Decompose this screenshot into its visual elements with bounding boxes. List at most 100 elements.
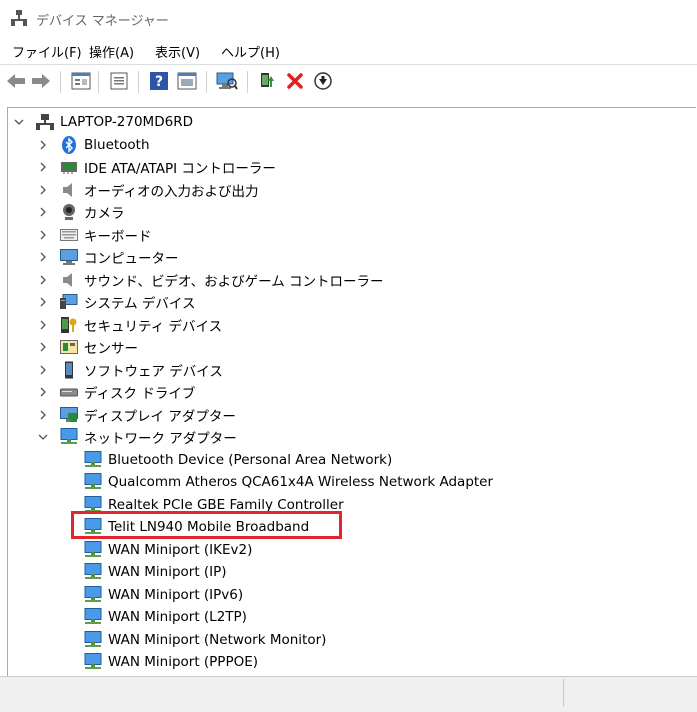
ide-icon	[60, 158, 78, 176]
security-icon	[60, 316, 78, 334]
window-title: デバイス マネージャー	[36, 14, 169, 29]
status-bar	[0, 676, 697, 712]
update-driver-icon[interactable]	[256, 70, 278, 92]
expand-chevron-icon[interactable]	[38, 162, 48, 172]
expand-chevron-icon[interactable]	[38, 342, 48, 352]
tree-category[interactable]: ディスプレイ アダプター	[60, 404, 236, 426]
menu-help[interactable]: ヘルプ(H)	[219, 42, 282, 61]
update-view-icon[interactable]	[108, 70, 130, 92]
tree-category[interactable]: サウンド、ビデオ、およびゲーム コントローラー	[60, 269, 384, 291]
network-adapter-icon	[84, 630, 102, 649]
network-adapter-item-label: WAN Miniport (IP)	[108, 564, 227, 580]
expand-chevron-icon[interactable]	[38, 410, 48, 420]
computer-icon	[36, 113, 54, 131]
network-adapter-item-label: WAN Miniport (PPPOE)	[108, 654, 259, 670]
tree-category-label: システム デバイス	[84, 296, 196, 312]
download-icon[interactable]	[312, 70, 334, 92]
tree-category-label: センサー	[84, 341, 138, 357]
expand-chevron-icon[interactable]	[38, 230, 48, 240]
network-adapter-item-label: Bluetooth Device (Personal Area Network)	[108, 451, 393, 468]
tree-category[interactable]: センサー	[60, 336, 138, 358]
tree-category[interactable]: システム デバイス	[60, 291, 195, 313]
tree-category-label: カメラ	[84, 206, 125, 222]
tree-category[interactable]: キーボード	[60, 224, 152, 246]
toolbar-separator	[247, 71, 248, 93]
keyboard-icon	[60, 226, 78, 244]
network-adapter-icon	[84, 608, 102, 626]
monitor-icon	[60, 248, 78, 266]
tree-category[interactable]: カメラ	[60, 201, 125, 223]
expand-chevron-icon[interactable]	[38, 297, 48, 307]
speaker-icon	[60, 271, 78, 289]
network-adapter-item[interactable]: WAN Miniport (PPPOE)	[84, 651, 258, 673]
expand-chevron-icon[interactable]	[38, 140, 48, 150]
network-adapter-icon	[84, 450, 102, 469]
scan-hardware-icon[interactable]	[216, 70, 238, 92]
highlight-box	[71, 511, 342, 539]
speaker-icon	[60, 181, 78, 199]
device-manager-icon	[10, 9, 28, 27]
disk-icon	[60, 383, 78, 401]
toolbar-separator	[138, 71, 139, 93]
network-adapter-item[interactable]: Qualcomm Atheros QCA61x4A Wireless Netwo…	[84, 471, 493, 493]
status-separator	[563, 679, 564, 707]
network-adapter-item-label: WAN Miniport (IKEv2)	[108, 541, 253, 558]
expand-chevron-icon[interactable]	[38, 252, 48, 262]
network-adapter-icon	[84, 473, 102, 491]
tree-category[interactable]: ディスク ドライブ	[60, 381, 195, 403]
toolbar: ?	[0, 64, 697, 99]
expand-chevron-icon[interactable]	[38, 207, 48, 217]
properties-icon[interactable]	[70, 70, 92, 92]
svg-text:?: ?	[155, 74, 163, 90]
title-bar: デバイス マネージャー	[0, 0, 697, 38]
sensor-icon	[60, 338, 78, 356]
network-icon	[60, 428, 78, 446]
tree-root[interactable]: LAPTOP-270MD6RD	[36, 111, 193, 133]
network-adapter-item[interactable]: WAN Miniport (Network Monitor)	[84, 629, 326, 651]
back-icon[interactable]	[5, 70, 27, 92]
expand-chevron-icon[interactable]	[38, 275, 48, 285]
collapse-root-chevron-icon[interactable]	[14, 117, 24, 127]
system-icon	[60, 293, 78, 311]
tree-category[interactable]: IDE ATA/ATAPI コントローラー	[60, 156, 276, 178]
network-adapter-item-label: WAN Miniport (IPv6)	[108, 586, 244, 603]
network-adapter-item[interactable]: Bluetooth Device (Personal Area Network)	[84, 449, 392, 471]
network-adapter-icon	[84, 540, 102, 559]
tree-category[interactable]: コンピューター	[60, 246, 179, 268]
menu-file[interactable]: ファイル(F)	[10, 42, 84, 61]
collapse-chevron-icon[interactable]	[38, 432, 48, 442]
tree-category[interactable]: ネットワーク アダプター	[60, 426, 237, 448]
expand-chevron-icon[interactable]	[38, 320, 48, 330]
menu-bar: ファイル(F) 操作(A) 表示(V) ヘルプ(H)	[0, 40, 697, 62]
expand-chevron-icon[interactable]	[38, 387, 48, 397]
uninstall-icon[interactable]	[284, 70, 306, 92]
bluetooth-icon	[60, 135, 78, 154]
tree-category[interactable]: Bluetooth	[60, 134, 150, 156]
tree-category-label: ディスプレイ アダプター	[84, 408, 236, 425]
tree-category-label: ソフトウェア デバイス	[84, 363, 223, 380]
network-adapter-icon	[84, 563, 102, 581]
network-adapter-item[interactable]: WAN Miniport (IKEv2)	[84, 539, 252, 561]
view-icon[interactable]	[176, 70, 198, 92]
tree-category[interactable]: セキュリティ デバイス	[60, 314, 222, 336]
network-adapter-item-label: WAN Miniport (L2TP)	[108, 609, 247, 625]
tree-category-label: ネットワーク アダプター	[84, 431, 237, 447]
network-adapter-item[interactable]: WAN Miniport (IP)	[84, 561, 227, 583]
tree-category-label: オーディオの入力および出力	[84, 183, 259, 200]
expand-chevron-icon[interactable]	[38, 185, 48, 195]
tree-category[interactable]: ソフトウェア デバイス	[60, 359, 223, 381]
tree-category-label: キーボード	[84, 228, 152, 245]
device-tree[interactable]: LAPTOP-270MD6RD Bluetooth IDE ATA/ATAPI コン…	[7, 107, 696, 677]
expand-chevron-icon[interactable]	[38, 365, 48, 375]
camera-icon	[60, 203, 78, 221]
help-icon[interactable]: ?	[148, 70, 170, 92]
network-adapter-item[interactable]: WAN Miniport (IPv6)	[84, 584, 243, 606]
forward-icon[interactable]	[30, 70, 52, 92]
toolbar-separator	[60, 71, 61, 93]
network-adapter-item[interactable]: WAN Miniport (L2TP)	[84, 606, 247, 628]
menu-action[interactable]: 操作(A)	[87, 42, 136, 61]
menu-view[interactable]: 表示(V)	[153, 42, 202, 61]
tree-category-label: IDE ATA/ATAPI コントローラー	[84, 161, 276, 177]
tree-category-label: コンピューター	[84, 251, 179, 267]
tree-category[interactable]: オーディオの入力および出力	[60, 179, 259, 201]
